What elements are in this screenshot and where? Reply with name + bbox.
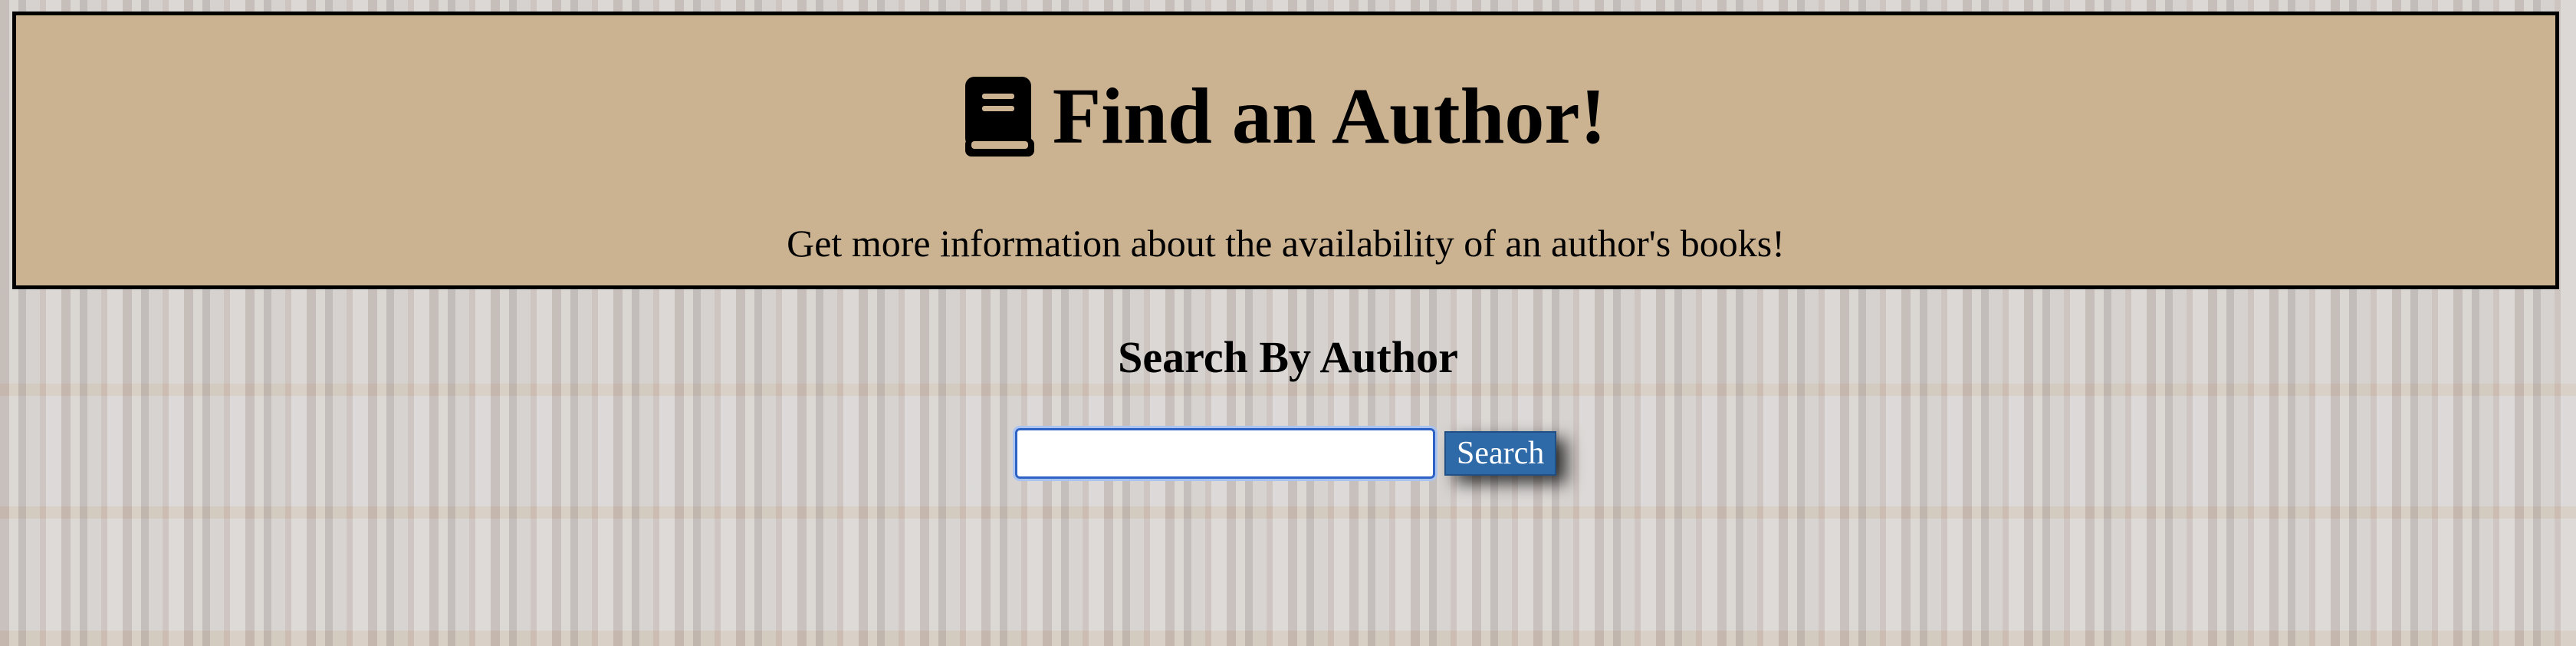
page-header: Find an Author! Get more information abo… xyxy=(12,12,2559,289)
page-subtitle: Get more information about the availabil… xyxy=(787,222,1785,265)
page-title: Find an Author! xyxy=(1052,72,1607,160)
title-row: Find an Author! xyxy=(16,77,2555,157)
author-search-input[interactable] xyxy=(1013,426,1438,481)
search-form: Search xyxy=(1013,426,1557,481)
search-heading: Search By Author xyxy=(1118,332,1458,382)
book-icon xyxy=(964,77,1034,157)
search-button[interactable]: Search xyxy=(1444,431,1557,476)
